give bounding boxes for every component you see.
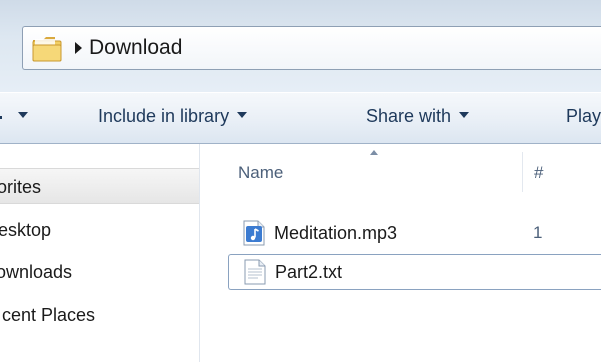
- address-bar[interactable]: Download: [22, 26, 601, 70]
- column-divider[interactable]: [522, 152, 523, 192]
- folder-icon: [32, 37, 62, 62]
- chevron-down-icon: [459, 112, 470, 119]
- nav-item-recent-places[interactable]: cent Places: [0, 297, 199, 333]
- include-in-library-button[interactable]: Include in library: [98, 105, 248, 127]
- nav-item-downloads[interactable]: ownloads: [0, 254, 199, 290]
- address-bar-region: Download: [0, 0, 601, 92]
- share-with-button[interactable]: Share with: [366, 105, 470, 127]
- audio-file-icon: [243, 220, 265, 246]
- column-header-number[interactable]: #: [534, 157, 543, 189]
- truncated-text-fragment: [0, 115, 2, 119]
- text-file-icon: [244, 259, 266, 285]
- breadcrumb-location[interactable]: Download: [89, 35, 182, 61]
- chevron-down-icon: [18, 112, 28, 119]
- breadcrumb-chevron-icon[interactable]: [75, 42, 82, 54]
- play-button[interactable]: Play: [566, 105, 601, 127]
- share-with-label: Share with: [366, 106, 452, 126]
- file-number: 1: [533, 223, 543, 242]
- nav-item-favorites[interactable]: orites: [0, 168, 199, 204]
- sort-ascending-icon: [370, 150, 378, 155]
- file-name: Part2.txt: [275, 262, 343, 282]
- nav-item-label: orites: [0, 177, 42, 197]
- file-row[interactable]: Part2.txt: [228, 254, 601, 290]
- file-list: Name # Meditation.mp3 1 Part2.txt: [200, 144, 601, 362]
- file-name: Meditation.mp3: [274, 223, 398, 243]
- include-in-library-label: Include in library: [98, 106, 230, 126]
- play-label: Play: [566, 106, 601, 126]
- navigation-pane: orites esktop ownloads cent Places: [0, 144, 200, 362]
- organize-menu-button[interactable]: [0, 105, 28, 127]
- nav-item-label: esktop: [0, 220, 52, 240]
- nav-item-label: cent Places: [2, 305, 96, 325]
- chevron-down-icon: [237, 112, 248, 119]
- nav-item-label: ownloads: [0, 262, 73, 282]
- file-row[interactable]: Meditation.mp3 1: [228, 216, 601, 252]
- command-bar: Include in library Share with Play: [0, 92, 601, 144]
- column-header-name[interactable]: Name: [238, 157, 283, 189]
- nav-item-desktop[interactable]: esktop: [0, 212, 199, 248]
